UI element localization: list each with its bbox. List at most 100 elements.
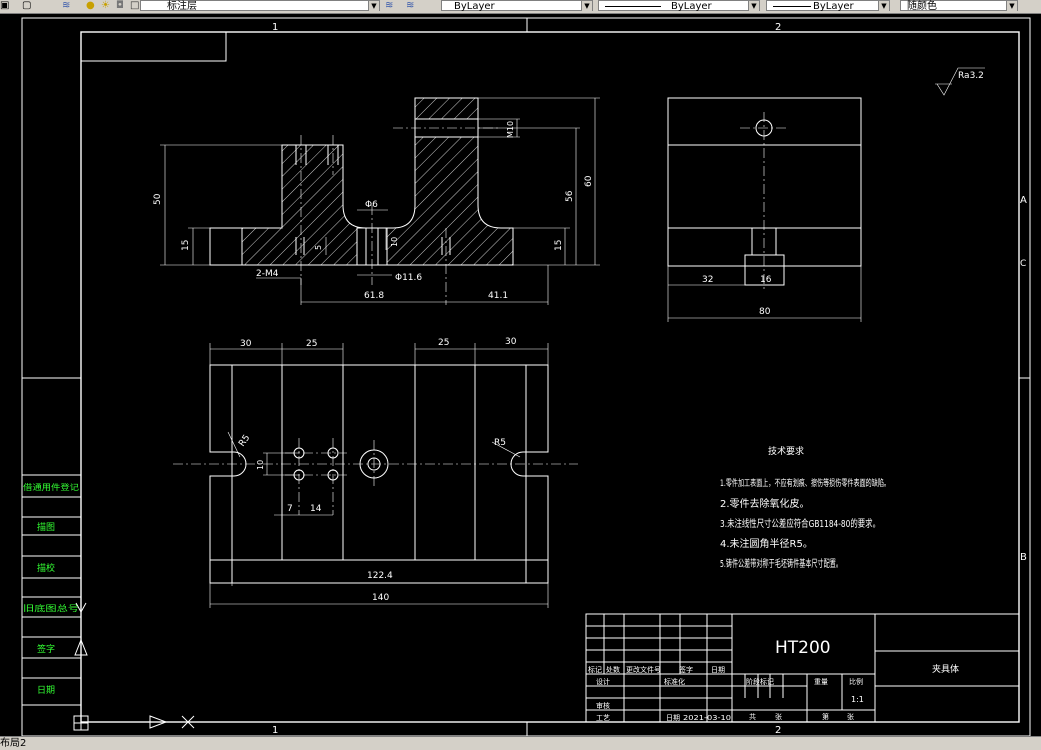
strip-label-borrow: 借通用件登记 (23, 482, 79, 492)
layer-previous-icon[interactable]: ≋ (406, 0, 420, 12)
dim-5: 5 (314, 245, 323, 250)
note-item-1: 1.零件加工表面上，不应有划痕、擦伤等损伤零件表面的缺陷。 (720, 477, 890, 489)
strip-label-trace: 描图 (37, 521, 55, 533)
dim-32: 32 (702, 275, 713, 285)
lineweight-value: ByLayer (813, 1, 854, 12)
stage-mark-label: 阶段标记 (746, 677, 774, 686)
dim-16: 16 (760, 275, 772, 285)
dim-122-4: 122.4 (367, 571, 393, 581)
strip-label-old-number: 旧底图总号 (23, 603, 79, 613)
dim-50: 50 (153, 193, 163, 205)
lock-icon[interactable]: ◘ (116, 0, 128, 12)
ratio-value: 1:1 (851, 695, 864, 704)
dim-80: 80 (759, 307, 771, 317)
sheet-unit-1: 张 (775, 712, 782, 721)
dim-phi6: Φ6 (365, 200, 378, 210)
strip-label-sign: 签字 (37, 643, 55, 655)
dim-15-left: 15 (181, 240, 191, 251)
layer-states-icon[interactable]: ▢ (22, 0, 36, 12)
weight-label: 重量 (814, 678, 828, 686)
zone-right-b: B (1020, 552, 1027, 563)
zone-right-c: C (1020, 259, 1026, 269)
properties-toolbar: ▣ ▢ ≋ ● ☀ ◘ □ 标注层 ▼ ≋ ≋ ByLayer ▼ ByLaye… (0, 0, 1041, 14)
col-mark: 标记 (588, 665, 602, 674)
make-current-icon[interactable]: ≋ (385, 0, 399, 12)
material-text: HT200 (775, 638, 831, 658)
zone-bottom-1: 1 (272, 725, 278, 736)
dim-r5-right: R5 (494, 438, 506, 448)
color-value: ByLayer (454, 1, 495, 12)
chevron-down-icon[interactable]: ▼ (878, 1, 889, 11)
col-sign: 签字 (679, 665, 693, 674)
dim-56: 56 (565, 190, 575, 202)
sun-icon[interactable]: ☀ (101, 0, 113, 12)
dim-30-right: 30 (505, 337, 517, 347)
dim-10: 10 (390, 237, 399, 247)
col-file: 更改文件号 (626, 665, 661, 674)
design-label: 设计 (596, 677, 610, 686)
layout-tab[interactable]: 布局2 (0, 738, 26, 749)
sheet-no-label: 第 (822, 712, 829, 721)
approve-date-label: 日期 (666, 714, 680, 722)
dim-m10: M10 (506, 121, 515, 138)
zone-right-a: A (1020, 195, 1027, 206)
dim-7: 7 (287, 504, 293, 514)
col-date: 日期 (711, 666, 725, 674)
process-label: 工艺 (596, 714, 610, 722)
front-section-view: 50 15 Φ6 M10 56 60 15 5 10 2-M4 Φ11.6 61… (153, 97, 600, 305)
strip-label-check: 描校 (37, 562, 55, 574)
linetype-dropdown[interactable]: ByLayer ▼ (598, 0, 760, 12)
note-item-3: 3.未注线性尺寸公差应符合GB1184-80的要求。 (720, 517, 880, 530)
chevron-down-icon[interactable]: ▼ (581, 1, 592, 11)
drawing-canvas[interactable]: 1 2 1 2 A B C 50 15 Φ6 M10 56 60 15 5 10… (0, 13, 1041, 736)
roughness-symbol: Ra3.2 (958, 71, 984, 81)
strip-label-date: 日期 (37, 685, 55, 696)
lineweight-dropdown[interactable]: ByLayer ▼ (766, 0, 890, 12)
sheets-total-label: 共 (749, 712, 756, 721)
dim-41-1: 41.1 (488, 291, 508, 301)
note-item-4: 4.未注圆角半径R5。 (720, 537, 813, 550)
dim-2m4: 2-M4 (256, 269, 279, 279)
review-label: 审核 (596, 701, 610, 710)
chevron-down-icon[interactable]: ▼ (748, 1, 759, 11)
left-archive-strip: 借通用件登记 描图 描校 旧底图总号 签字 日期 (21, 377, 82, 706)
layer-dropdown[interactable]: 标注层 ▼ (140, 0, 380, 12)
note-item-2: 2.零件去除氧化皮。 (720, 497, 810, 510)
note-item-5: 5.铸件公差带对称于毛坯铸件基本尺寸配置。 (720, 557, 842, 570)
plotstyle-dropdown[interactable]: 随颜色 ▼ (900, 0, 1018, 12)
side-view: Ra3.2 32 16 80 (667, 67, 985, 322)
zone-bottom-2: 2 (775, 725, 781, 736)
dim-61-8: 61.8 (364, 291, 384, 301)
technical-notes: 技术要求 1.零件加工表面上，不应有划痕、擦伤等损伤零件表面的缺陷。 2.零件去… (720, 445, 890, 570)
dim-25-right: 25 (438, 338, 449, 348)
lineweight-sample (773, 6, 811, 7)
zone-top-2: 2 (775, 22, 781, 33)
window-icon[interactable]: ▣ (0, 0, 10, 12)
linetype-sample (605, 6, 661, 7)
dim-14: 14 (310, 504, 322, 514)
dim-r5-left: R5 (237, 433, 252, 449)
dim-60: 60 (584, 175, 594, 187)
zone-top-1: 1 (272, 22, 278, 33)
dim-25-left: 25 (306, 339, 317, 349)
color-dropdown[interactable]: ByLayer ▼ (441, 0, 593, 12)
layer-manager-icon[interactable]: ≋ (62, 0, 78, 12)
dim-30-left: 30 (240, 339, 252, 349)
status-bar: 布局2 (0, 736, 1041, 750)
date-value: 2021-03-10 (683, 714, 731, 722)
bulb-icon[interactable]: ● (86, 0, 98, 12)
linetype-value: ByLayer (671, 1, 712, 12)
layer-name: 标注层 (167, 1, 197, 12)
part-name: 夹具体 (932, 663, 959, 675)
standardization-label: 标准化 (664, 677, 685, 686)
chevron-down-icon[interactable]: ▼ (368, 1, 379, 11)
plotstyle-value: 随颜色 (907, 1, 937, 12)
col-count: 处数 (606, 665, 620, 674)
top-view: 30 25 25 30 R5 R5 10 7 14 122.4 140 (173, 337, 578, 608)
dim-phi11-6: Φ11.6 (395, 273, 422, 283)
chevron-down-icon[interactable]: ▼ (1006, 1, 1017, 11)
dim-15-right: 15 (554, 240, 564, 251)
dim-10: 10 (256, 460, 265, 470)
sheet-unit-2: 张 (847, 712, 854, 721)
notes-title: 技术要求 (768, 445, 804, 457)
